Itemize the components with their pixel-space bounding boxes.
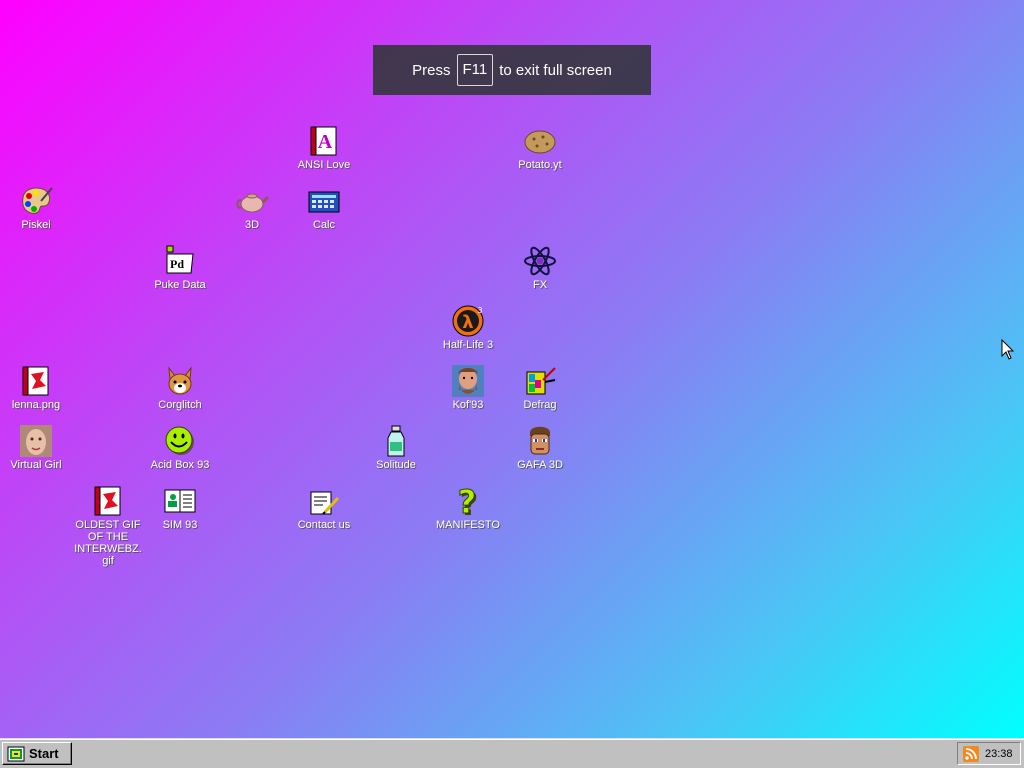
desktop-icon-label: Solitude bbox=[376, 459, 416, 471]
system-tray: 23:38 bbox=[957, 742, 1021, 765]
desktop-icon-defrag[interactable]: Defrag bbox=[504, 364, 576, 411]
desktop-icon-oldest-gif[interactable]: OLDEST GIF OF THE INTERWEBZ.gif bbox=[72, 484, 144, 567]
mouse-cursor-icon bbox=[1001, 339, 1015, 360]
desktop-icon-label: Puke Data bbox=[154, 279, 206, 291]
desktop-icon-kof93[interactable]: Kof'93 bbox=[432, 364, 504, 411]
clock[interactable]: 23:38 bbox=[985, 748, 1013, 760]
desktop-icon-calc[interactable]: Calc bbox=[288, 184, 360, 231]
start-label: Start bbox=[29, 746, 59, 761]
gif-file-icon bbox=[91, 484, 125, 518]
desktop-icon-label: Potato.yt bbox=[518, 159, 562, 171]
desktop-icon-acid-box[interactable]: Acid Box 93 bbox=[144, 424, 216, 471]
contact-letter-icon bbox=[307, 484, 341, 518]
corgi-icon bbox=[163, 364, 197, 398]
desktop-icon-corglitch[interactable]: Corglitch bbox=[144, 364, 216, 411]
desktop-icon-label: FX bbox=[532, 279, 548, 291]
fullscreen-hint-prefix: Press bbox=[412, 61, 451, 79]
ansi-love-icon: A bbox=[307, 124, 341, 158]
desktop-icon-label: OLDEST GIF OF THE INTERWEBZ.gif bbox=[74, 519, 142, 567]
potato-icon bbox=[523, 124, 557, 158]
desktop-icon-3d[interactable]: 3D bbox=[216, 184, 288, 231]
svg-text:?: ? bbox=[458, 484, 477, 518]
desktop-icon-lenna[interactable]: lenna.png bbox=[0, 364, 72, 411]
desktop-icon-label: Calc bbox=[312, 219, 335, 231]
defrag-icon bbox=[523, 364, 557, 398]
desktop-icon-label: Contact us bbox=[297, 519, 351, 531]
desktop-icon-puke-data[interactable]: Pd Puke Data bbox=[144, 244, 216, 291]
desktop-icon-label: Piskel bbox=[21, 219, 51, 231]
desktop-icon-half-life-3[interactable]: λ3 Half-Life 3 bbox=[432, 304, 504, 351]
image-file-icon bbox=[19, 364, 53, 398]
start-logo-icon bbox=[7, 746, 25, 761]
bottle-icon bbox=[379, 424, 413, 458]
desktop-icon-sim-93[interactable]: SIM 93 bbox=[144, 484, 216, 531]
desktop-icon-contact-us[interactable]: Contact us bbox=[288, 484, 360, 531]
desktop-icon-fx[interactable]: FX bbox=[504, 244, 576, 291]
desktop-icon-label: 3D bbox=[244, 219, 260, 231]
desktop-icon-label: Defrag bbox=[523, 399, 557, 411]
desktop-icon-label: Half-Life 3 bbox=[442, 339, 494, 351]
soldier-icon bbox=[523, 424, 557, 458]
desktop-icon-virtual-girl[interactable]: Virtual Girl bbox=[0, 424, 72, 471]
desktop-icon-solitude[interactable]: Solitude bbox=[360, 424, 432, 471]
calculator-icon bbox=[307, 184, 341, 218]
desktop-icon-label: lenna.png bbox=[11, 399, 61, 411]
fighter-icon bbox=[451, 364, 485, 398]
desktop[interactable]: Press F11 to exit full screen A ANSI Lov… bbox=[0, 0, 1024, 738]
desktop-icon-label: SIM 93 bbox=[162, 519, 198, 531]
face-icon bbox=[19, 424, 53, 458]
rss-feed-icon[interactable] bbox=[963, 745, 979, 762]
half-life-icon: λ3 bbox=[451, 304, 485, 338]
desktop-icon-label: MANIFESTO bbox=[436, 519, 500, 531]
question-mark-icon: ?? bbox=[451, 484, 485, 518]
desktop-icon-potato[interactable]: Potato.yt bbox=[504, 124, 576, 171]
desktop-icon-label: ANSI Love bbox=[297, 159, 351, 171]
svg-text:A: A bbox=[318, 131, 333, 153]
desktop-icon-label: Virtual Girl bbox=[10, 459, 62, 471]
desktop-icon-label: Kof'93 bbox=[452, 399, 484, 411]
desktop-icon-manifesto[interactable]: ?? MANIFESTO bbox=[432, 484, 504, 531]
atom-icon bbox=[523, 244, 557, 278]
fullscreen-hint: Press F11 to exit full screen bbox=[373, 45, 651, 95]
svg-text:Pd: Pd bbox=[170, 257, 184, 271]
taskbar: Start 23:38 bbox=[0, 738, 1024, 768]
desktop-icon-label: GAFA 3D bbox=[517, 459, 563, 471]
sim-card-icon bbox=[163, 484, 197, 518]
desktop-icon-piskel[interactable]: Piskel bbox=[0, 184, 72, 231]
piskel-palette-icon bbox=[19, 184, 53, 218]
f11-key: F11 bbox=[456, 54, 494, 86]
svg-text:λ: λ bbox=[462, 312, 473, 333]
fullscreen-hint-suffix: to exit full screen bbox=[499, 61, 612, 79]
desktop-icon-label: Acid Box 93 bbox=[150, 459, 210, 471]
start-button[interactable]: Start bbox=[2, 742, 72, 765]
puke-data-icon: Pd bbox=[163, 244, 197, 278]
desktop-icon-ansi-love[interactable]: A ANSI Love bbox=[288, 124, 360, 171]
desktop-icon-gafa-3d[interactable]: GAFA 3D bbox=[504, 424, 576, 471]
svg-text:3: 3 bbox=[477, 306, 482, 315]
smiley-icon bbox=[163, 424, 197, 458]
desktop-icon-label: Corglitch bbox=[158, 399, 202, 411]
teapot-icon bbox=[235, 184, 269, 218]
